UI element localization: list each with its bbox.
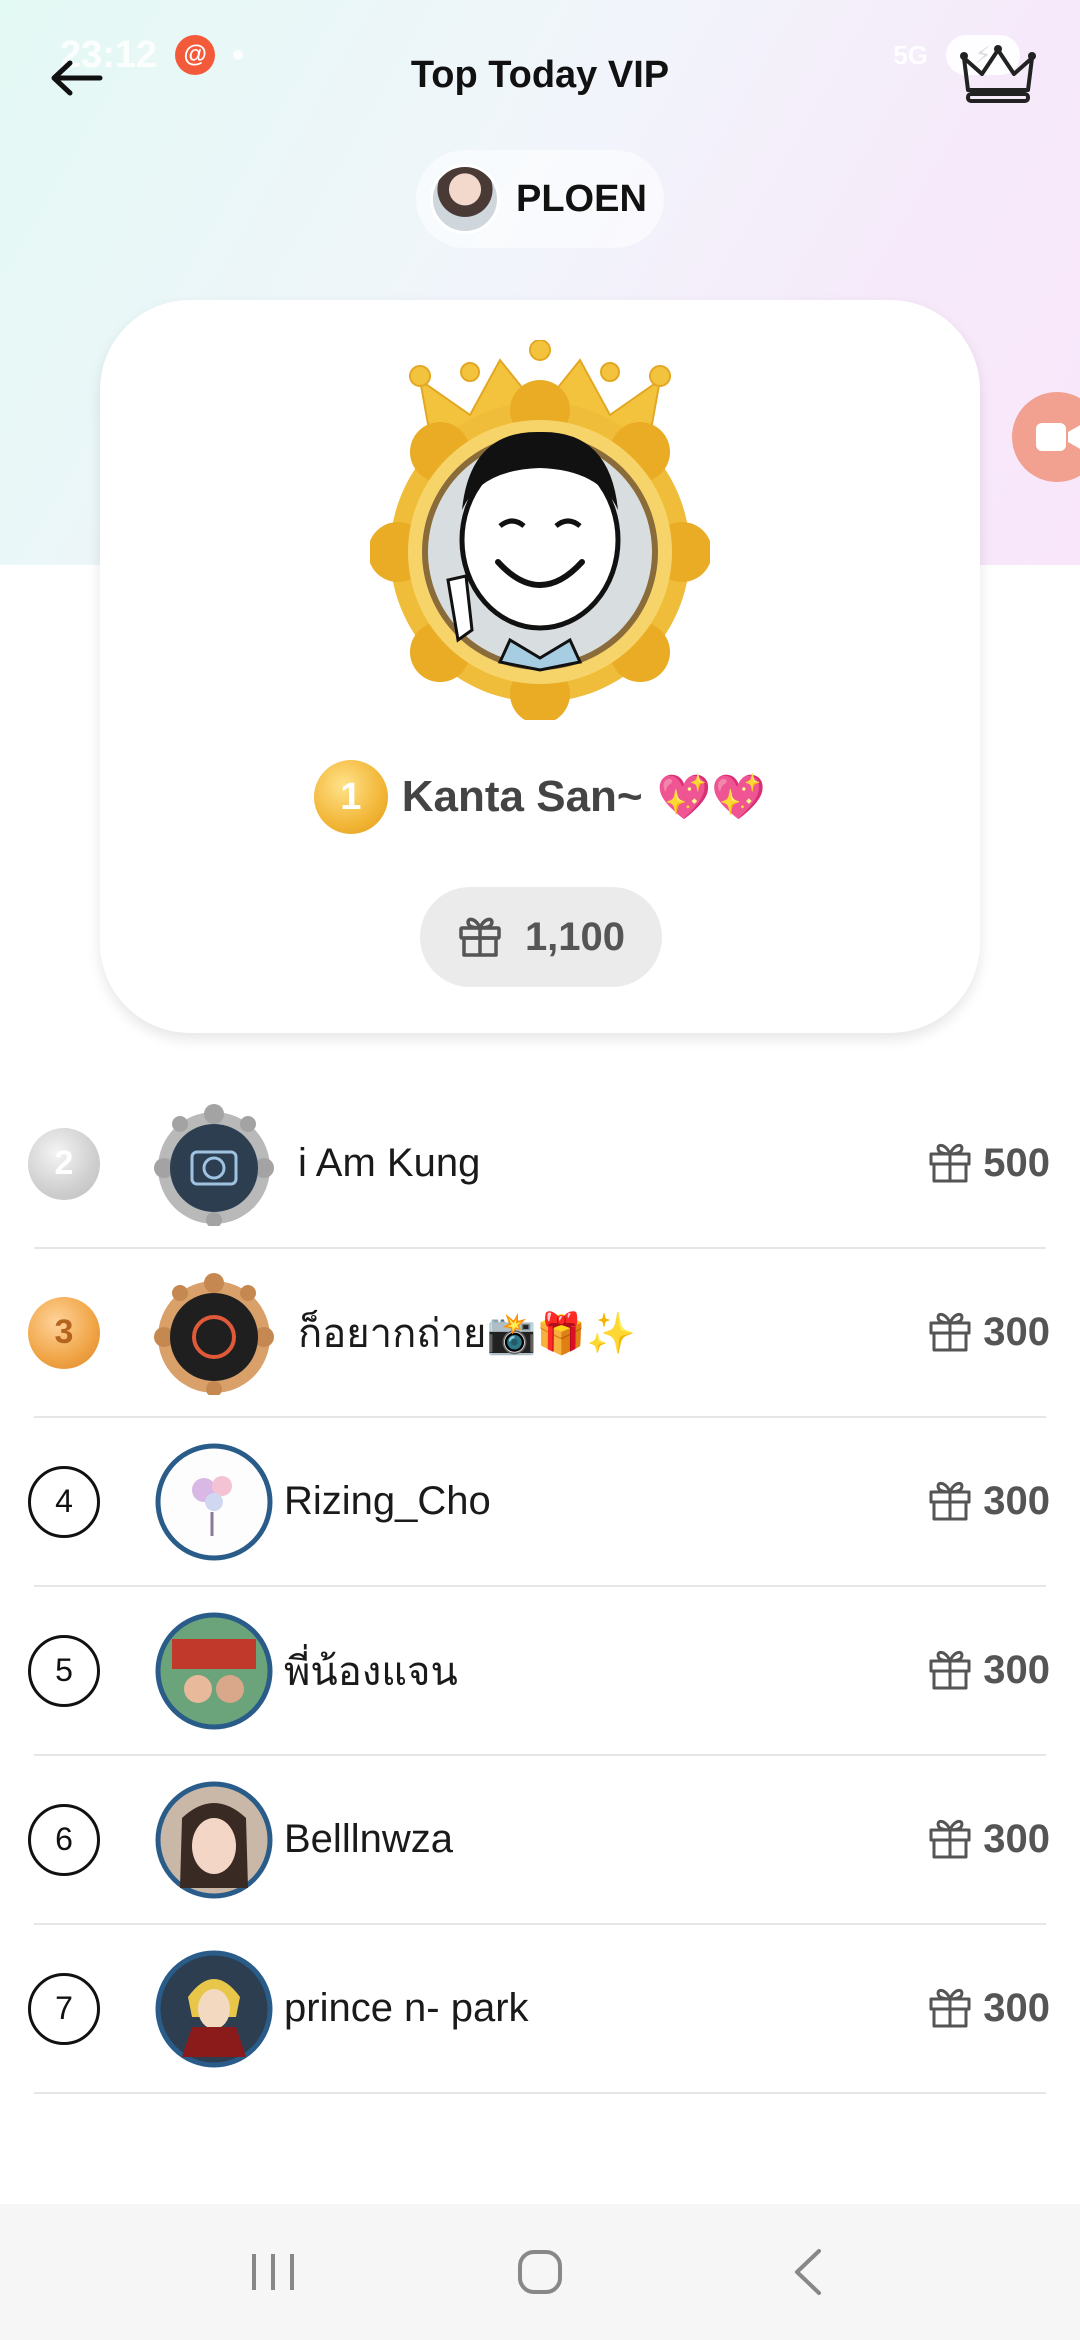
- gift-icon: [927, 1814, 973, 1865]
- recents-icon[interactable]: [233, 2232, 313, 2312]
- gift-count-value: 500: [983, 1141, 1050, 1185]
- avatar: [152, 1778, 276, 1902]
- page-title: Top Today VIP: [410, 54, 670, 96]
- gift-count-value: 300: [983, 1986, 1050, 2030]
- gift-icon: [927, 1138, 973, 1189]
- gift-icon: [927, 1645, 973, 1696]
- fan-name: Rizing_Cho: [284, 1479, 491, 1523]
- list-item[interactable]: 4 Rizing_Cho 300: [28, 1418, 1050, 1587]
- gift-icon: [927, 1476, 973, 1527]
- top-fan-avatar: [368, 339, 712, 724]
- fan-name: i Am Kung: [298, 1141, 481, 1185]
- list-item[interactable]: 7 prince n- park 300: [28, 1925, 1050, 2094]
- gift-icon: [457, 912, 503, 963]
- list-item[interactable]: 2 i Am Kung 500: [28, 1080, 1050, 1249]
- fan-gift-count: 300: [927, 1814, 1050, 1865]
- fan-name: prince n- park: [284, 1986, 529, 2030]
- top-fan-gift-total: 1,100: [420, 887, 662, 987]
- rank-number: 4: [28, 1465, 100, 1538]
- leaderboard-list: 2 i Am Kung 500 3 ก็อยากถ่าย�: [0, 1080, 1080, 2094]
- top-fan-card[interactable]: 1 Kanta San~ 💖💖 1,100: [100, 300, 980, 1033]
- rank-number: 7: [28, 1972, 100, 2045]
- fan-name: Belllnwza: [284, 1817, 453, 1861]
- system-navigation-bar: [0, 2204, 1080, 2340]
- fan-gift-count: 300: [927, 1307, 1050, 1358]
- silver-medal-icon: 2: [28, 1127, 100, 1200]
- fan-gift-count: 300: [927, 1645, 1050, 1696]
- gift-count-value: 300: [983, 1479, 1050, 1523]
- gift-total-value: 1,100: [524, 914, 626, 959]
- top-fan-name-row: 1 Kanta San~ 💖💖: [100, 760, 980, 834]
- host-avatar: [430, 164, 500, 234]
- host-name: PLOEN: [516, 177, 647, 220]
- top-fan-name: Kanta San~: [401, 772, 643, 821]
- list-item[interactable]: 6 Belllnwza 300: [28, 1756, 1050, 1925]
- avatar: [152, 1271, 276, 1397]
- top-fan-emoji: 💖💖: [656, 773, 767, 822]
- gift-icon: [927, 1983, 973, 2034]
- nav-back-icon[interactable]: [767, 2232, 847, 2312]
- fan-gift-count: 500: [927, 1138, 1050, 1189]
- host-profile-pill[interactable]: PLOEN: [416, 150, 664, 248]
- avatar: [152, 1609, 276, 1733]
- fan-name: ก็อยากถ่าย📸🎁✨: [298, 1311, 636, 1356]
- gift-count-value: 300: [983, 1648, 1050, 1692]
- crown-icon[interactable]: [960, 44, 1036, 108]
- gift-icon: [927, 1307, 973, 1358]
- avatar: [152, 1947, 276, 2071]
- home-icon[interactable]: [500, 2232, 580, 2312]
- gift-count-value: 300: [983, 1817, 1050, 1861]
- rank-number: 6: [28, 1803, 100, 1876]
- gold-medal-icon: 1: [313, 760, 388, 834]
- fan-gift-count: 300: [927, 1983, 1050, 2034]
- fan-name: พี่น้องแจน: [284, 1649, 458, 1694]
- bronze-medal-icon: 3: [28, 1296, 100, 1369]
- top-bar: Top Today VIP: [0, 40, 1080, 120]
- avatar: [152, 1440, 276, 1564]
- gift-count-value: 300: [983, 1310, 1050, 1354]
- list-item[interactable]: 3 ก็อยากถ่าย📸🎁✨ 300: [28, 1249, 1050, 1418]
- fan-gift-count: 300: [927, 1476, 1050, 1527]
- list-item[interactable]: 5 พี่น้องแจน 300: [28, 1587, 1050, 1756]
- avatar: [152, 1102, 276, 1228]
- rank-number: 5: [28, 1634, 100, 1707]
